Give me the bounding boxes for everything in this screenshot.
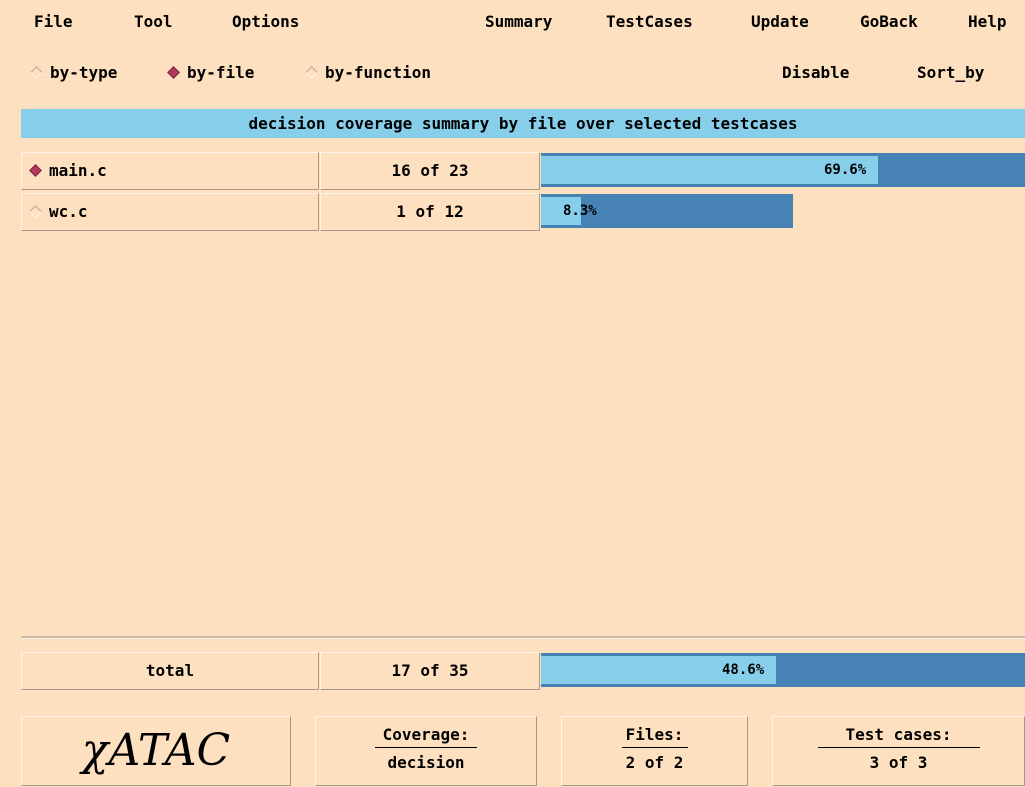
file-row-main-c[interactable]: main.c xyxy=(21,152,319,190)
disable-button[interactable]: Disable xyxy=(782,60,849,86)
menu-goback[interactable]: GoBack xyxy=(860,9,918,35)
sort-by-button[interactable]: Sort_by xyxy=(917,60,984,86)
coverage-type-box[interactable]: Coverage: decision xyxy=(315,716,537,786)
atac-window: File Tool Options Summary TestCases Upda… xyxy=(0,0,1025,787)
summary-title: decision coverage summary by file over s… xyxy=(21,109,1025,138)
coverage-bar-total: 48.6% xyxy=(541,653,1025,687)
testcases-value: 3 of 3 xyxy=(869,753,928,772)
menu-help[interactable]: Help xyxy=(968,9,1007,35)
coverage-percent: 48.6% xyxy=(722,662,765,678)
total-label: total xyxy=(21,652,319,690)
radio-by-file[interactable]: by-file xyxy=(164,60,254,86)
file-row-wc-c[interactable]: wc.c xyxy=(21,193,319,231)
atac-logo-box: χATAC xyxy=(21,716,291,786)
menu-summary[interactable]: Summary xyxy=(485,9,552,35)
testcases-label: Test cases: xyxy=(845,725,952,744)
files-value: 2 of 2 xyxy=(625,753,684,772)
coverage-value: decision xyxy=(387,753,465,772)
menu-update[interactable]: Update xyxy=(751,9,809,35)
divider xyxy=(375,747,477,748)
file-count: 1 of 12 xyxy=(320,193,540,231)
divider xyxy=(621,747,688,748)
radio-by-type[interactable]: by-type xyxy=(27,60,117,86)
coverage-bar-wc-c: 8.3% xyxy=(541,194,793,228)
coverage-percent: 69.6% xyxy=(824,162,867,178)
coverage-label: Coverage: xyxy=(382,725,470,744)
file-count: 16 of 23 xyxy=(320,152,540,190)
radio-by-file-label: by-file xyxy=(187,63,255,82)
files-box[interactable]: Files: 2 of 2 xyxy=(561,716,748,786)
menu-file[interactable]: File xyxy=(34,9,73,35)
radio-diamond-icon xyxy=(305,66,318,79)
radio-diamond-selected-icon xyxy=(167,66,180,79)
radio-diamond-icon xyxy=(30,66,43,79)
menu-testcases[interactable]: TestCases xyxy=(606,9,693,35)
coverage-bar-main-c: 69.6% xyxy=(541,153,1025,187)
file-name: wc.c xyxy=(49,202,88,221)
radio-by-function[interactable]: by-function xyxy=(302,60,431,86)
menu-tool[interactable]: Tool xyxy=(134,9,173,35)
total-count: 17 of 35 xyxy=(320,652,540,690)
file-select-diamond-icon xyxy=(29,205,42,218)
radio-by-function-label: by-function xyxy=(325,63,431,82)
file-name: main.c xyxy=(49,161,107,180)
file-select-diamond-icon xyxy=(29,164,42,177)
coverage-percent: 8.3% xyxy=(563,203,597,219)
atac-logo: χATAC xyxy=(81,725,231,776)
files-label: Files: xyxy=(625,725,684,744)
radio-by-type-label: by-type xyxy=(50,63,118,82)
divider xyxy=(817,747,980,748)
divider xyxy=(21,636,1025,639)
testcases-box[interactable]: Test cases: 3 of 3 xyxy=(772,716,1025,786)
menu-options[interactable]: Options xyxy=(232,9,299,35)
